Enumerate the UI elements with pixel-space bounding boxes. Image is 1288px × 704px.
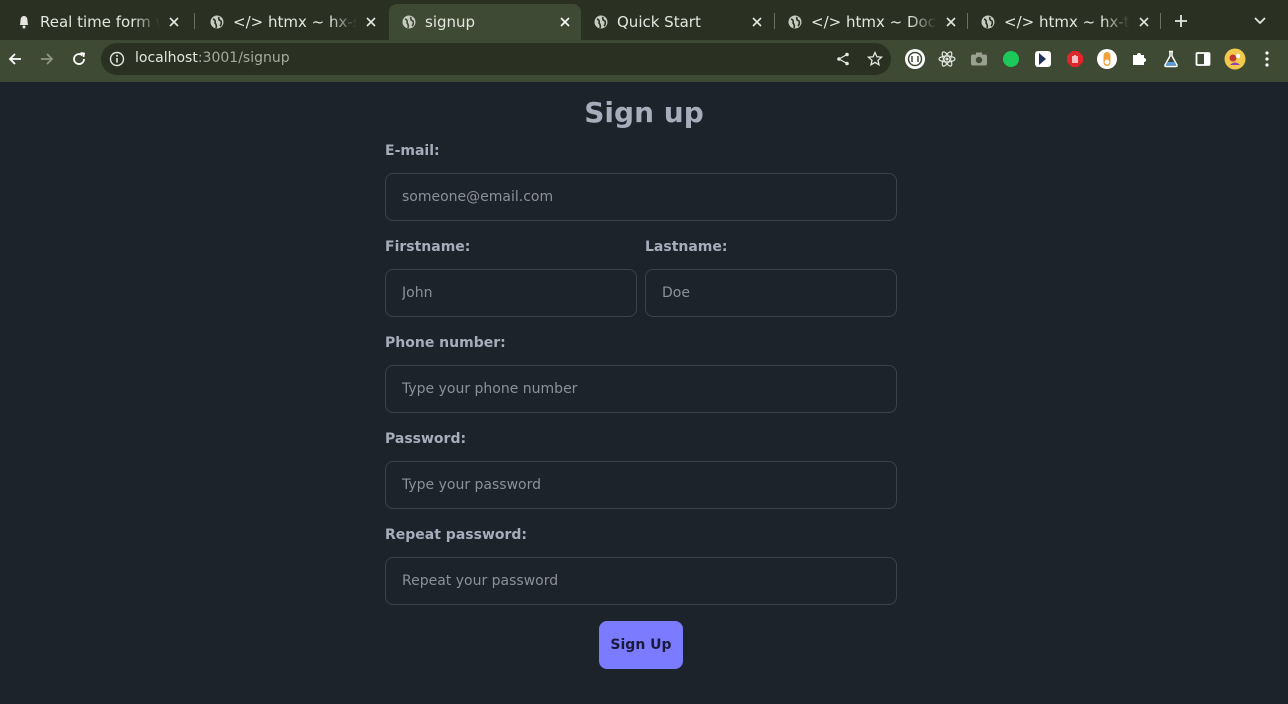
- tab-search-button[interactable]: [1249, 10, 1271, 32]
- address-bar[interactable]: localhost:3001/signup: [101, 43, 891, 75]
- globe-icon: [209, 14, 225, 30]
- camera-icon[interactable]: [968, 48, 990, 70]
- email-label: E-mail:: [385, 143, 440, 159]
- kebab-menu-icon[interactable]: [1256, 48, 1278, 70]
- sidebar-icon[interactable]: [1192, 48, 1214, 70]
- firstname-label: Firstname:: [385, 239, 471, 255]
- repeat-password-label: Repeat password:: [385, 527, 528, 543]
- tab-separator: [194, 13, 195, 29]
- toggle-icon[interactable]: [1096, 48, 1118, 70]
- flask-icon[interactable]: [1160, 48, 1182, 70]
- tab-htmx-hx-trigger[interactable]: </> htmx ~ hx-trig: [968, 4, 1160, 40]
- password-field[interactable]: [385, 461, 897, 509]
- info-icon[interactable]: [109, 51, 125, 67]
- close-icon[interactable]: [363, 14, 379, 30]
- avatar[interactable]: [1224, 48, 1246, 70]
- password-label: Password:: [385, 431, 467, 447]
- close-icon[interactable]: [943, 14, 959, 30]
- tab-real-time-form[interactable]: Real time form val: [4, 4, 190, 40]
- tab-title: signup: [425, 13, 476, 31]
- green-dot-icon[interactable]: [1000, 48, 1022, 70]
- dark-reader-icon[interactable]: [1032, 48, 1054, 70]
- sign-up-button[interactable]: Sign Up: [599, 621, 683, 669]
- bookmark-star-icon[interactable]: [867, 51, 883, 67]
- tab-htmx-hx-swap[interactable]: </> htmx ~ hx-swa: [197, 4, 387, 40]
- forward-button[interactable]: [35, 47, 59, 71]
- tab-quick-start[interactable]: Quick Start: [581, 4, 773, 40]
- puzzle-icon[interactable]: [1128, 48, 1150, 70]
- close-icon[interactable]: [749, 14, 765, 30]
- globe-icon: [593, 14, 609, 30]
- tab-title: Real time form val: [40, 13, 160, 31]
- tab-strip: Real time form val </> htmx ~ hx-swa sig…: [0, 0, 1288, 40]
- new-tab-button[interactable]: [1170, 10, 1192, 32]
- close-icon[interactable]: [166, 14, 182, 30]
- back-button[interactable]: [3, 47, 27, 71]
- close-icon[interactable]: [557, 14, 573, 30]
- globe-icon: [787, 14, 803, 30]
- tab-title: Quick Start: [617, 13, 701, 31]
- globe-icon: [401, 14, 417, 30]
- page-title: Sign up: [584, 96, 704, 129]
- tab-title: </> htmx ~ hx-trig: [1004, 13, 1130, 31]
- phone-label: Phone number:: [385, 335, 506, 351]
- lastname-label: Lastname:: [645, 239, 728, 255]
- tab-signup[interactable]: signup: [389, 4, 581, 40]
- react-devtools-icon[interactable]: [936, 48, 958, 70]
- globe-icon: [980, 14, 996, 30]
- phone-field[interactable]: [385, 365, 897, 413]
- url-host: localhost: [135, 50, 198, 66]
- browser-toolbar: localhost:3001/signup: [0, 40, 1288, 78]
- firstname-field[interactable]: [385, 269, 637, 317]
- reload-button[interactable]: [67, 47, 91, 71]
- share-icon[interactable]: [835, 51, 851, 67]
- tab-title: </> htmx ~ Docum: [811, 13, 937, 31]
- signup-page: Sign up E-mail: Firstname: Lastname: Pho…: [0, 82, 1288, 704]
- hand-stop-icon[interactable]: [1064, 48, 1086, 70]
- url-text[interactable]: localhost:3001/signup: [135, 50, 290, 66]
- repeat-password-field[interactable]: [385, 557, 897, 605]
- url-path: :3001/signup: [197, 50, 290, 66]
- lastname-field[interactable]: [645, 269, 897, 317]
- tab-separator: [1160, 13, 1161, 29]
- email-field[interactable]: [385, 173, 897, 221]
- bell-icon: [16, 14, 32, 30]
- ublock-icon[interactable]: [904, 48, 926, 70]
- close-icon[interactable]: [1136, 14, 1152, 30]
- tab-htmx-documentation[interactable]: </> htmx ~ Docum: [775, 4, 967, 40]
- tab-title: </> htmx ~ hx-swa: [233, 13, 357, 31]
